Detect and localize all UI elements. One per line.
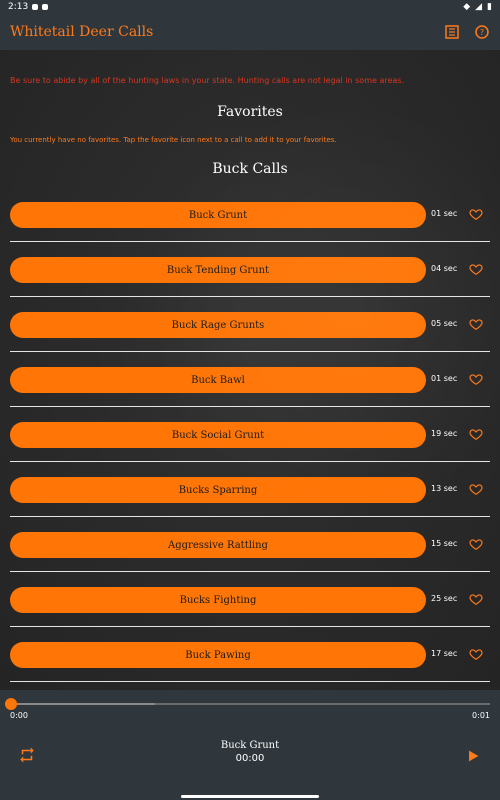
current-time: 0:00 <box>10 711 28 720</box>
status-time: 2:13 <box>8 2 29 12</box>
call-duration: 19 sec <box>431 429 458 438</box>
total-time: 0:01 <box>472 711 490 720</box>
help-icon-svg: ? <box>475 25 489 39</box>
row-divider <box>10 241 490 242</box>
app-actions: ? <box>444 24 490 40</box>
row-divider <box>10 351 490 352</box>
favorites-heading: Favorites <box>217 104 283 120</box>
call-row: Bucks Sparring 13 sec <box>10 475 490 530</box>
notification-icon <box>42 4 49 10</box>
row-divider <box>10 516 490 517</box>
call-button[interactable]: Buck Social Grunt <box>10 422 426 448</box>
call-duration: 01 sec <box>431 374 458 383</box>
app-title: Whitetail Deer Calls <box>10 24 154 40</box>
call-row: Bucks Fighting 25 sec <box>10 585 490 640</box>
home-indicator <box>181 795 319 798</box>
favorite-heart-icon[interactable] <box>469 592 483 606</box>
call-button[interactable]: Bucks Fighting <box>10 587 426 613</box>
call-button[interactable]: Aggressive Rattling <box>10 532 426 558</box>
audio-player: 0:00 0:01 Buck Grunt 00:00 <box>0 690 500 800</box>
buffer-progress <box>10 703 155 705</box>
help-icon[interactable]: ? <box>474 24 490 40</box>
now-playing-time: 00:00 <box>235 753 265 764</box>
call-button[interactable]: Buck Grunt <box>10 202 426 228</box>
seek-bar[interactable] <box>10 703 490 705</box>
list-icon-svg <box>445 25 459 39</box>
call-button[interactable]: Bucks Sparring <box>10 477 426 503</box>
call-button[interactable]: Buck Tending Grunt <box>10 257 426 283</box>
favorite-heart-icon[interactable] <box>469 647 483 661</box>
call-duration: 15 sec <box>431 539 458 548</box>
repeat-icon[interactable] <box>18 746 36 764</box>
favorite-heart-icon[interactable] <box>469 262 483 276</box>
call-button[interactable]: Buck Pawing <box>10 642 426 668</box>
call-row: Buck Pawing 17 sec <box>10 640 490 690</box>
call-row: Buck Social Grunt 19 sec <box>10 420 490 475</box>
call-button[interactable]: Buck Rage Grunts <box>10 312 426 338</box>
call-duration: 05 sec <box>431 319 458 328</box>
buck-calls-heading: Buck Calls <box>212 161 288 177</box>
battery-icon: ▮ <box>487 2 492 12</box>
call-row: Buck Rage Grunts 05 sec <box>10 310 490 365</box>
call-duration: 17 sec <box>431 649 458 658</box>
row-divider <box>10 626 490 627</box>
row-divider <box>10 406 490 407</box>
row-divider <box>10 296 490 297</box>
app-bar: Whitetail Deer Calls ? <box>0 14 500 50</box>
favorite-heart-icon[interactable] <box>469 317 483 331</box>
favorite-heart-icon[interactable] <box>469 537 483 551</box>
buck-call-list: Buck Grunt 01 sec Buck Tending Grunt 04 … <box>10 200 490 690</box>
favorite-heart-icon[interactable] <box>469 207 483 221</box>
favorite-heart-icon[interactable] <box>469 482 483 496</box>
call-duration: 01 sec <box>431 209 458 218</box>
row-divider <box>10 461 490 462</box>
call-duration: 04 sec <box>431 264 458 273</box>
legal-notice: Be sure to abide by all of the hunting l… <box>10 76 405 85</box>
call-row: Buck Bawl 01 sec <box>10 365 490 420</box>
favorite-heart-icon[interactable] <box>469 427 483 441</box>
wifi-icon: ◆ <box>463 2 471 12</box>
content-area: Be sure to abide by all of the hunting l… <box>0 50 500 690</box>
signal-icon: ◢ <box>475 2 483 12</box>
play-icon[interactable] <box>465 748 481 764</box>
shield-icon <box>32 4 39 10</box>
call-row: Buck Tending Grunt 04 sec <box>10 255 490 310</box>
favorite-heart-icon[interactable] <box>469 372 483 386</box>
now-playing-title: Buck Grunt <box>220 740 280 751</box>
call-duration: 13 sec <box>431 484 458 493</box>
status-bar: 2:13 ◆ ◢ ▮ <box>0 0 500 14</box>
seek-thumb[interactable] <box>5 698 17 710</box>
call-row: Aggressive Rattling 15 sec <box>10 530 490 585</box>
call-button[interactable]: Buck Bawl <box>10 367 426 393</box>
call-duration: 25 sec <box>431 594 458 603</box>
status-right: ◆ ◢ ▮ <box>463 2 492 12</box>
favorites-empty-message: You currently have no favorites. Tap the… <box>10 136 337 144</box>
now-playing: Buck Grunt 00:00 <box>150 740 350 764</box>
row-divider <box>10 571 490 572</box>
list-icon[interactable] <box>444 24 460 40</box>
row-divider <box>10 681 490 682</box>
status-left: 2:13 <box>8 2 49 12</box>
call-row: Buck Grunt 01 sec <box>10 200 490 255</box>
svg-text:?: ? <box>480 28 484 37</box>
